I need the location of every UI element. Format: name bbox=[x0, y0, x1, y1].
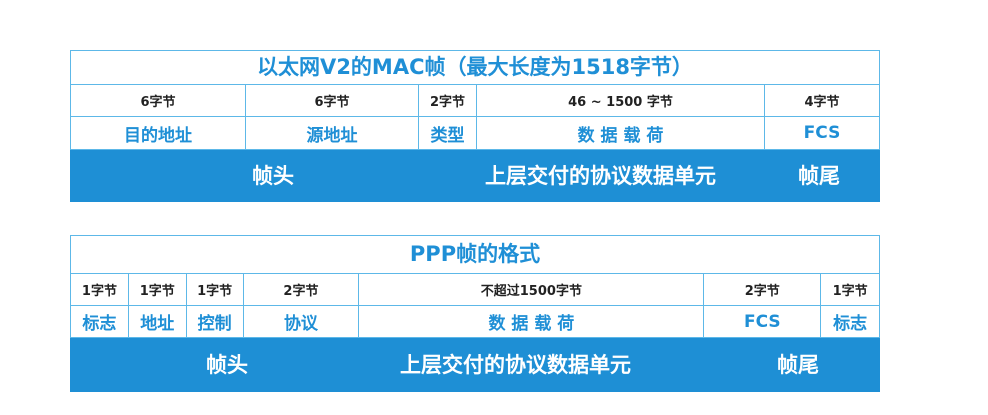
mac-size-row: 6字节 6字节 2字节 46 ~ 1500 字节 4字节 bbox=[71, 85, 879, 117]
ppp-field-row: 标志 地址 控制 协议 数 据 载 荷 FCS 标志 bbox=[71, 306, 879, 337]
ppp-field-address: 地址 bbox=[129, 306, 187, 337]
mac-field-type: 类型 bbox=[419, 117, 477, 149]
mac-band-payload: 上层交付的协议数据单元 bbox=[485, 164, 716, 188]
mac-band-head: 帧头 bbox=[252, 164, 294, 188]
ppp-frame-band: 帧头 上层交付的协议数据单元 帧尾 bbox=[70, 338, 880, 392]
ppp-field-fcs: FCS bbox=[704, 306, 822, 337]
mac-field-dest: 目的地址 bbox=[71, 117, 246, 149]
ppp-size-control: 1字节 bbox=[187, 274, 244, 305]
ppp-field-flag-end: 标志 bbox=[833, 314, 868, 334]
ppp-field-control: 控制 bbox=[187, 306, 244, 337]
mac-field-payload: 数 据 载 荷 bbox=[477, 117, 765, 149]
mac-frame-table: 以太网V2的MAC帧（最大长度为1518字节） 6字节 6字节 2字节 46 ~… bbox=[70, 50, 880, 150]
ppp-band-head: 帧头 bbox=[206, 353, 248, 377]
mac-field-src: 源地址 bbox=[246, 117, 419, 149]
mac-field-row: 目的地址 源地址 类型 数 据 载 荷 FCS bbox=[71, 117, 879, 149]
ppp-band-payload: 上层交付的协议数据单元 bbox=[400, 353, 631, 377]
ppp-size-protocol: 2字节 bbox=[244, 274, 360, 305]
mac-field-fcs: FCS bbox=[803, 123, 841, 143]
ppp-size-fcs: 2字节 bbox=[704, 274, 822, 305]
ppp-size-address: 1字节 bbox=[129, 274, 187, 305]
ppp-size-row: 1字节 1字节 1字节 2字节 不超过1500字节 2字节 1字节 bbox=[71, 274, 879, 306]
mac-size-payload: 46 ~ 1500 字节 bbox=[477, 85, 765, 116]
mac-size-dest: 6字节 bbox=[71, 85, 246, 116]
mac-size-src: 6字节 bbox=[246, 85, 419, 116]
ppp-field-flag-start: 标志 bbox=[71, 306, 129, 337]
mac-band-tail: 帧尾 bbox=[798, 164, 840, 188]
mac-size-fcs: 4字节 bbox=[804, 95, 840, 110]
ppp-field-payload: 数 据 载 荷 bbox=[359, 306, 705, 337]
ppp-field-protocol: 协议 bbox=[244, 306, 360, 337]
ppp-frame-title: PPP帧的格式 bbox=[71, 236, 879, 274]
mac-frame-title: 以太网V2的MAC帧（最大长度为1518字节） bbox=[71, 51, 879, 85]
ppp-frame-table: PPP帧的格式 1字节 1字节 1字节 2字节 不超过1500字节 2字节 1字… bbox=[70, 235, 880, 338]
ppp-band-tail: 帧尾 bbox=[777, 353, 819, 377]
mac-frame-band: 帧头 上层交付的协议数据单元 帧尾 bbox=[70, 150, 880, 202]
mac-size-type: 2字节 bbox=[419, 85, 477, 116]
ppp-size-flag-end: 1字节 bbox=[832, 284, 868, 299]
ppp-size-flag-start: 1字节 bbox=[71, 274, 129, 305]
ppp-size-payload: 不超过1500字节 bbox=[359, 274, 705, 305]
